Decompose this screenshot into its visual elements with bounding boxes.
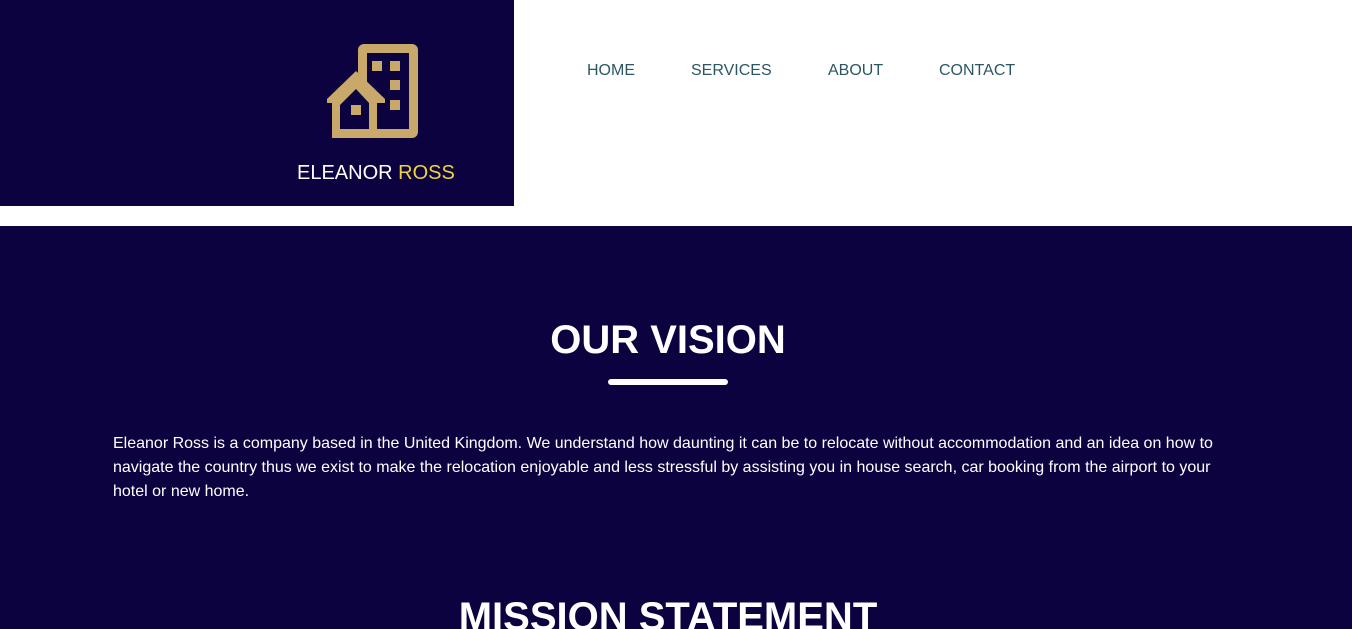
vision-title: OUR VISION <box>550 318 786 362</box>
nav-services[interactable]: SERVICES <box>691 61 772 81</box>
mission-title: MISSION STATEMENT <box>458 595 878 629</box>
nav-about[interactable]: ABOUT <box>828 61 883 81</box>
page: ELEANOR ROSS HOME SERVICES ABOUT CONTACT… <box>0 0 1352 629</box>
brand-name-accent: ROSS <box>398 162 455 184</box>
brand-block[interactable]: ELEANOR ROSS <box>0 0 514 206</box>
brand-name: ELEANOR ROSS <box>297 161 455 185</box>
nav-home[interactable]: HOME <box>587 61 635 81</box>
nav-contact[interactable]: CONTACT <box>939 61 1015 81</box>
brand-name-first: ELEANOR <box>297 162 393 184</box>
vision-title-underline <box>608 379 728 385</box>
vision-section: OUR VISION Eleanor Ross is a company bas… <box>0 226 1352 629</box>
building-home-icon <box>327 44 418 138</box>
site-header: ELEANOR ROSS HOME SERVICES ABOUT CONTACT <box>0 0 1352 226</box>
vision-text: Eleanor Ross is a company based in the U… <box>113 435 1213 500</box>
